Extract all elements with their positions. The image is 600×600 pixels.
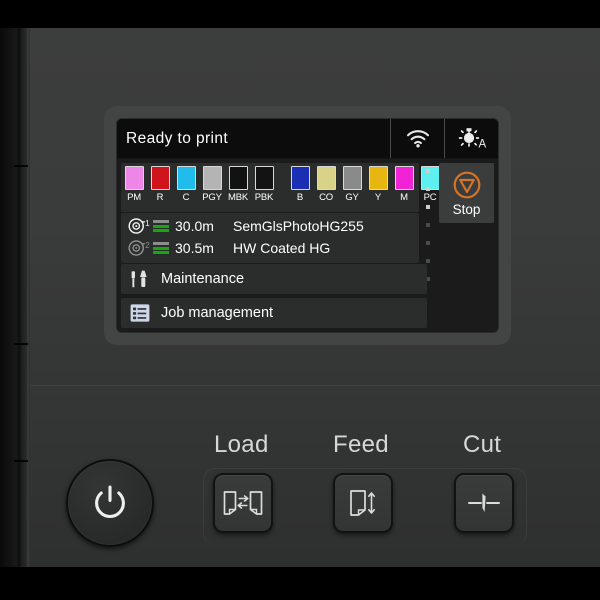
svg-text:A: A (478, 138, 486, 150)
groove-nick (14, 460, 28, 462)
ink-tank-label: CO (319, 192, 333, 203)
paper-load-icon (223, 491, 263, 515)
printer-control-panel: Ready to print A PM R C PGY MBK PBK B CO… (0, 0, 600, 600)
wifi-status-cell[interactable] (390, 119, 444, 158)
media-type-name: HW Coated HG (233, 240, 331, 256)
ink-tank-label: M (400, 192, 408, 203)
ink-tank: C (173, 166, 199, 203)
status-message: Ready to print (117, 119, 390, 158)
stop-button[interactable]: Stop (439, 163, 494, 223)
scroll-dot (426, 205, 430, 209)
paper-cut-icon (468, 493, 500, 512)
lamp-status-cell[interactable]: A (444, 119, 498, 158)
menu-item-label: Job management (161, 305, 274, 321)
media-remaining-gauge (153, 242, 169, 254)
media-remaining-gauge (153, 220, 169, 232)
media-remaining-length: 30.5m (175, 240, 214, 256)
ink-tank: MBK (225, 166, 251, 203)
ink-group-left: PM R C PGY MBK PBK (121, 166, 277, 203)
ink-tank-swatch (254, 166, 274, 190)
printer-cover-groove-outer (16, 28, 23, 567)
power-icon (95, 485, 125, 519)
groove-nick (14, 165, 28, 167)
ink-tank: B (287, 166, 313, 203)
cut-button-label: Cut (463, 431, 502, 458)
media-remaining-length: 30.0m (175, 218, 214, 234)
scroll-dot (426, 223, 430, 227)
roll-number: 1 (145, 218, 150, 228)
ink-tank-label: C (182, 192, 190, 203)
menu-item-label: Maintenance (161, 271, 245, 287)
status-bar: Ready to print A (117, 119, 498, 158)
ink-tank-swatch (176, 166, 196, 190)
feed-button[interactable] (333, 473, 393, 533)
feed-button-label: Feed (333, 431, 389, 458)
ink-tank-swatch (394, 166, 414, 190)
cut-button[interactable] (454, 473, 514, 533)
scroll-dot (426, 259, 430, 263)
stop-sign-icon (453, 171, 480, 198)
top-black-band (0, 0, 600, 28)
ink-tank-swatch (316, 166, 336, 190)
ink-tank-swatch (368, 166, 388, 190)
ink-tank: M (391, 166, 417, 203)
lcd-screen: Ready to print A PM R C PGY MBK PBK B CO… (117, 119, 498, 332)
scroll-dot (426, 187, 430, 191)
ink-tank: Y (365, 166, 391, 203)
maintenance-tools-icon (131, 270, 147, 288)
bottom-black-band (0, 567, 600, 600)
ink-tank: GY (339, 166, 365, 203)
ink-tank: PM (121, 166, 147, 203)
power-button[interactable] (66, 459, 154, 547)
ink-tank-label: MBK (228, 192, 248, 203)
ink-tank-swatch (202, 166, 222, 190)
ink-tank-swatch (290, 166, 310, 190)
ink-tank-label: PGY (202, 192, 222, 203)
ink-tank-label: GY (345, 192, 359, 203)
ink-tank: PBK (251, 166, 277, 203)
paper-roll-icon: 1 (128, 218, 150, 234)
ink-tank-swatch (342, 166, 362, 190)
roll-number: 2 (145, 240, 150, 250)
paper-feed-icon (350, 490, 375, 516)
ink-tank-label: PM (127, 192, 141, 203)
ink-tank: PGY (199, 166, 225, 203)
printer-cover-groove-highlight (27, 28, 30, 567)
ink-tank: CO (313, 166, 339, 203)
ink-tank-label: Y (374, 192, 382, 203)
load-button-label: Load (214, 431, 269, 458)
media-row[interactable]: 1 30.0m SemGlsPhotoHG255 (121, 215, 419, 237)
groove-nick (14, 343, 28, 345)
media-status-block[interactable]: 1 30.0m SemGlsPhotoHG255 2 30.5m HW Coat… (121, 213, 419, 263)
scroll-dot (426, 241, 430, 245)
lamp-auto-icon: A (458, 127, 486, 150)
menu-item-job-management[interactable]: Job management (121, 298, 427, 328)
ink-tank-label: PBK (254, 192, 274, 203)
stop-button-label: Stop (452, 201, 481, 217)
ink-tank-swatch (124, 166, 144, 190)
menu-item-maintenance[interactable]: Maintenance (121, 264, 427, 294)
ink-status-panel[interactable]: PM R C PGY MBK PBK B CO GY Y M PC (121, 163, 440, 212)
ink-tank-label: R (156, 192, 164, 203)
job-list-icon (130, 304, 150, 322)
ink-tank: R (147, 166, 173, 203)
ink-tank-swatch (228, 166, 248, 190)
load-button[interactable] (213, 473, 273, 533)
wifi-icon (406, 130, 429, 148)
scroll-dot (426, 169, 430, 173)
screen-content: PM R C PGY MBK PBK B CO GY Y M PC Stop 1… (117, 159, 498, 332)
paper-roll-icon: 2 (128, 240, 150, 256)
ink-tank-swatch (150, 166, 170, 190)
media-type-name: SemGlsPhotoHG255 (233, 218, 364, 234)
ink-tank-label: B (296, 192, 304, 203)
media-row[interactable]: 2 30.5m HW Coated HG (121, 237, 419, 259)
